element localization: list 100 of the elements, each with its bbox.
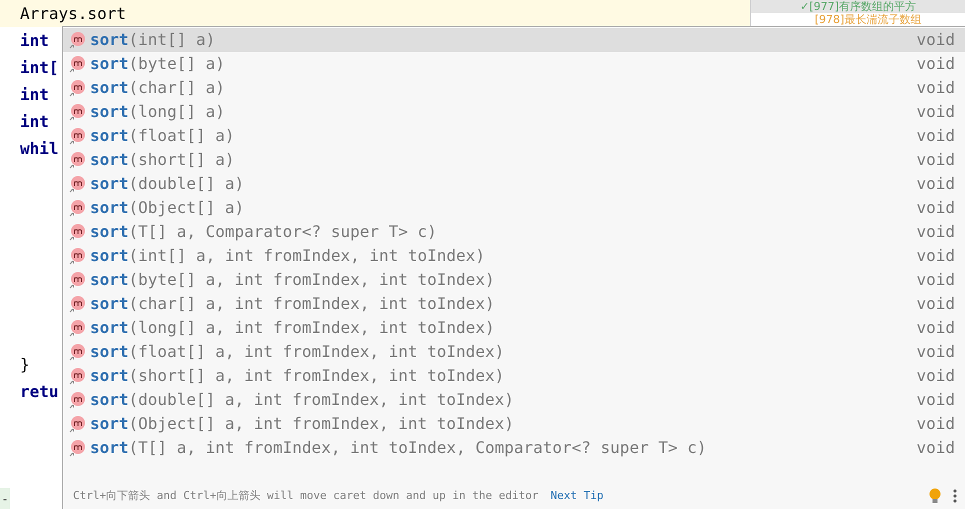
code-text: Arrays.sort (20, 4, 126, 24)
method-params: (long[] a, int fromIndex, int toIndex) (128, 317, 495, 339)
method-name: sort (90, 101, 129, 123)
completion-item[interactable]: sort(T[] a, Comparator<? super T> c) void (63, 220, 965, 244)
completion-item[interactable]: sort(short[] a, int fromIndex, int toIndex) void (63, 364, 965, 388)
completion-item[interactable]: sort(int[] a) void (63, 28, 965, 52)
method-params: (double[] a, int fromIndex, int toIndex) (128, 389, 514, 411)
method-name: sort (90, 149, 129, 171)
method-params: (byte[] a) (128, 53, 225, 75)
method-icon (69, 32, 85, 48)
completion-item[interactable]: sort(byte[] a) void (63, 52, 965, 76)
completion-item[interactable]: sort(float[] a, int fromIndex, int toIndex) void (63, 340, 965, 364)
method-name: sort (90, 221, 129, 243)
completion-item[interactable]: sort(Object[] a, int fromIndex, int toIndex) void (63, 412, 965, 436)
return-type: void (916, 101, 955, 123)
method-name: sort (90, 365, 129, 387)
method-name: sort (90, 125, 129, 147)
method-name: sort (90, 269, 129, 291)
method-params: (long[] a) (128, 101, 225, 123)
method-icon (69, 392, 85, 408)
return-type: void (916, 173, 955, 195)
completion-item[interactable]: sort(T[] a, int fromIndex, int toIndex, Comparator<? super T> c) void (63, 436, 965, 460)
completion-item[interactable]: sort(char[] a, int fromIndex, int toIndex) void (63, 292, 965, 316)
completion-item[interactable]: sort(double[] a, int fromIndex, int toIndex) void (63, 388, 965, 412)
method-name: sort (90, 77, 129, 99)
method-name: sort (90, 293, 129, 315)
method-icon (69, 296, 85, 312)
return-type: void (916, 413, 955, 435)
method-icon (69, 200, 85, 216)
method-icon (69, 320, 85, 336)
return-type: void (916, 29, 955, 51)
method-icon (69, 248, 85, 264)
return-type: void (916, 53, 955, 75)
completion-item[interactable]: sort(float[] a) void (63, 124, 965, 148)
return-type: void (916, 341, 955, 363)
completion-item[interactable]: sort(long[] a, int fromIndex, int toIndex) void (63, 316, 965, 340)
return-type: void (916, 365, 955, 387)
return-type: void (916, 149, 955, 171)
method-params: (byte[] a, int fromIndex, int toIndex) (128, 269, 495, 291)
method-name: sort (90, 317, 129, 339)
method-params: (Object[] a) (128, 197, 244, 219)
method-icon (69, 344, 85, 360)
method-icon (69, 152, 85, 168)
hint-text: Ctrl+向下箭头 and Ctrl+向上箭头 will move caret down and up in the editor (73, 488, 538, 504)
method-icon (69, 440, 85, 456)
return-type: void (916, 197, 955, 219)
method-params: (float[] a) (128, 125, 234, 147)
completion-item[interactable]: sort(byte[] a, int fromIndex, int toIndex) void (63, 268, 965, 292)
method-params: (char[] a) (128, 77, 225, 99)
more-options-icon[interactable] (953, 488, 957, 504)
method-params: (T[] a, int fromIndex, int toIndex, Comparator<? super T> c) (128, 437, 706, 459)
method-params: (Object[] a, int fromIndex, int toIndex) (128, 413, 514, 435)
return-type: void (916, 77, 955, 99)
method-name: sort (90, 389, 129, 411)
code-text: int (20, 112, 49, 132)
method-name: sort (90, 197, 129, 219)
method-icon (69, 224, 85, 240)
method-icon (69, 128, 85, 144)
method-params: (short[] a) (128, 149, 234, 171)
gutter-mark: - (0, 488, 10, 509)
return-type: void (916, 317, 955, 339)
method-params: (int[] a) (128, 29, 216, 51)
method-icon (69, 368, 85, 384)
completion-item[interactable]: sort(double[] a) void (63, 172, 965, 196)
method-icon (69, 176, 85, 192)
method-params: (short[] a, int fromIndex, int toIndex) (128, 365, 504, 387)
method-icon (69, 56, 85, 72)
code-text: int (20, 84, 49, 104)
return-type: void (916, 221, 955, 243)
method-params: (int[] a, int fromIndex, int toIndex) (128, 245, 485, 267)
method-icon (69, 416, 85, 432)
code-text: whil (20, 138, 59, 158)
return-type: void (916, 269, 955, 291)
return-type: void (916, 389, 955, 411)
method-params: (char[] a, int fromIndex, int toIndex) (128, 293, 495, 315)
completion-item[interactable]: sort(char[] a) void (63, 76, 965, 100)
method-params: (T[] a, Comparator<? super T> c) (128, 221, 437, 243)
method-icon (69, 272, 85, 288)
next-tip-link[interactable]: Next Tip (550, 488, 604, 504)
method-name: sort (90, 29, 129, 51)
method-icon (69, 104, 85, 120)
completion-item[interactable]: sort(Object[] a) void (63, 196, 965, 220)
code-text: int (20, 30, 49, 50)
method-name: sort (90, 341, 129, 363)
method-name: sort (90, 173, 129, 195)
return-type: void (916, 245, 955, 267)
completion-item[interactable]: sort(short[] a) void (63, 148, 965, 172)
method-name: sort (90, 413, 129, 435)
code-text: int[ (20, 58, 59, 78)
code-text: } (20, 354, 30, 374)
return-type: void (916, 125, 955, 147)
method-name: sort (90, 437, 129, 459)
lightbulb-icon (929, 488, 941, 504)
method-icon (69, 80, 85, 96)
completion-item[interactable]: sort(long[] a) void (63, 100, 965, 124)
method-params: (float[] a, int fromIndex, int toIndex) (128, 341, 504, 363)
return-type: void (916, 437, 955, 459)
method-name: sort (90, 245, 129, 267)
completion-item[interactable]: sort(int[] a, int fromIndex, int toIndex) void (63, 244, 965, 268)
return-type: void (916, 293, 955, 315)
